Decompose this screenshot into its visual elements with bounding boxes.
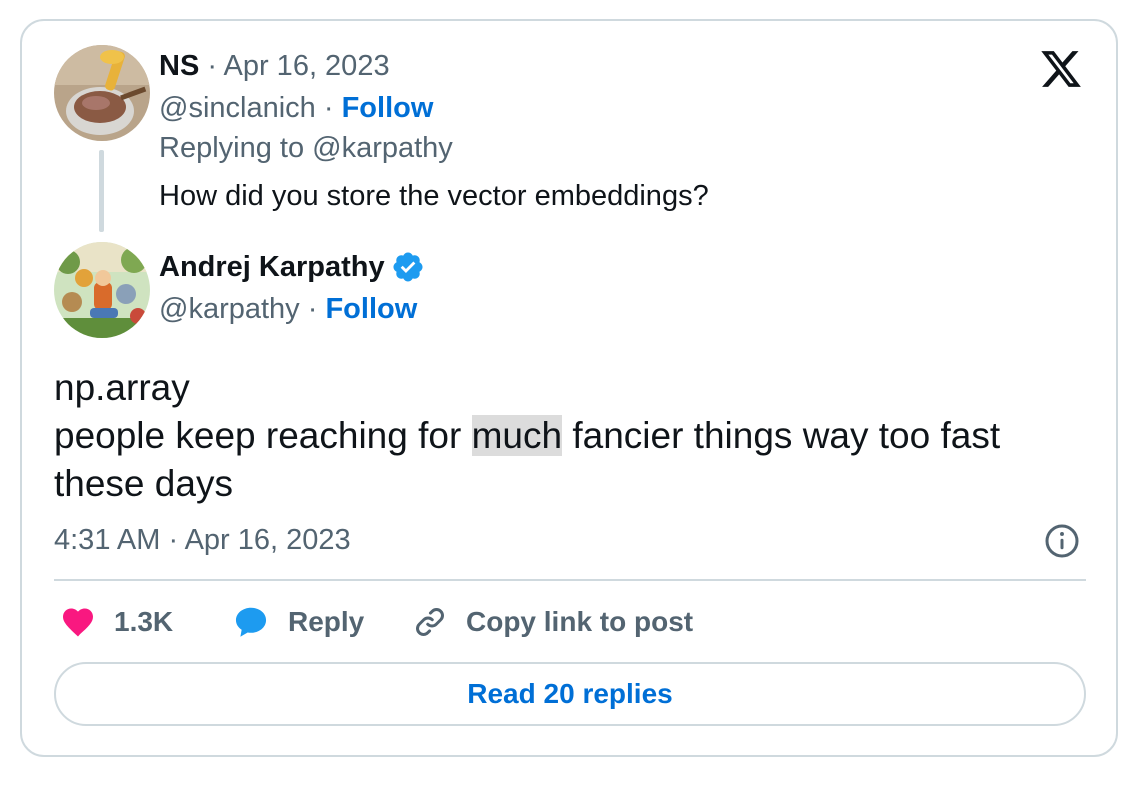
tweet-line-2-start: people keep reaching for (54, 415, 472, 456)
main-tweet-text: np.array people keep reaching for much f… (54, 364, 1094, 508)
separator: · (207, 50, 218, 82)
read-replies-button[interactable]: Read 20 replies (54, 662, 1086, 726)
tweet-line-2-end: fancier things way too fast (562, 415, 1001, 456)
verified-badge-icon (393, 252, 423, 282)
reply-label: Reply (288, 606, 365, 637)
follow-ns-button[interactable]: Follow (342, 92, 434, 124)
link-icon (416, 608, 444, 636)
like-count: 1.3K (114, 606, 174, 637)
thread-connector-line (99, 150, 104, 232)
main-author-handle[interactable]: @karpathy (159, 293, 300, 325)
main-handle-line: @karpathy · Follow (159, 291, 417, 327)
info-icon[interactable] (1044, 523, 1080, 559)
reply-author-name[interactable]: NS (159, 50, 199, 82)
x-logo-icon[interactable] (1038, 47, 1084, 91)
copy-link-button[interactable]: Copy link to post (412, 600, 693, 644)
tweet-line-1: np.array (54, 367, 190, 408)
separator: · (323, 92, 334, 124)
highlighted-word: much (471, 415, 563, 456)
main-author-line: Andrej Karpathy (159, 249, 425, 285)
copy-link-label: Copy link to post (466, 606, 694, 637)
reply-button[interactable]: Reply (232, 600, 364, 644)
reply-tweet-text: How did you store the vector embeddings? (159, 180, 709, 212)
reply-bubble-icon (235, 607, 267, 637)
avatar-karpathy[interactable] (54, 242, 150, 338)
heart-icon (63, 608, 93, 637)
avatar-ns[interactable] (54, 45, 150, 141)
reply-date[interactable]: Apr 16, 2023 (224, 50, 390, 82)
reply-handle-line: @sinclanich · Follow (159, 90, 433, 126)
reply-author-line: NS · Apr 16, 2023 (159, 48, 390, 84)
reply-author-handle[interactable]: @sinclanich (159, 92, 316, 124)
follow-karpathy-button[interactable]: Follow (325, 293, 417, 325)
tweet-line-2: people keep reaching for much fancier th… (54, 412, 1094, 460)
separator: · (307, 293, 318, 325)
replying-to-text: Replying to @karpathy (159, 132, 453, 164)
divider (54, 579, 1086, 581)
tweet-line-3: these days (54, 463, 233, 504)
like-button[interactable]: 1.3K (60, 600, 173, 644)
post-timestamp[interactable]: 4:31 AM · Apr 16, 2023 (54, 522, 351, 558)
main-author-name[interactable]: Andrej Karpathy (159, 249, 385, 285)
